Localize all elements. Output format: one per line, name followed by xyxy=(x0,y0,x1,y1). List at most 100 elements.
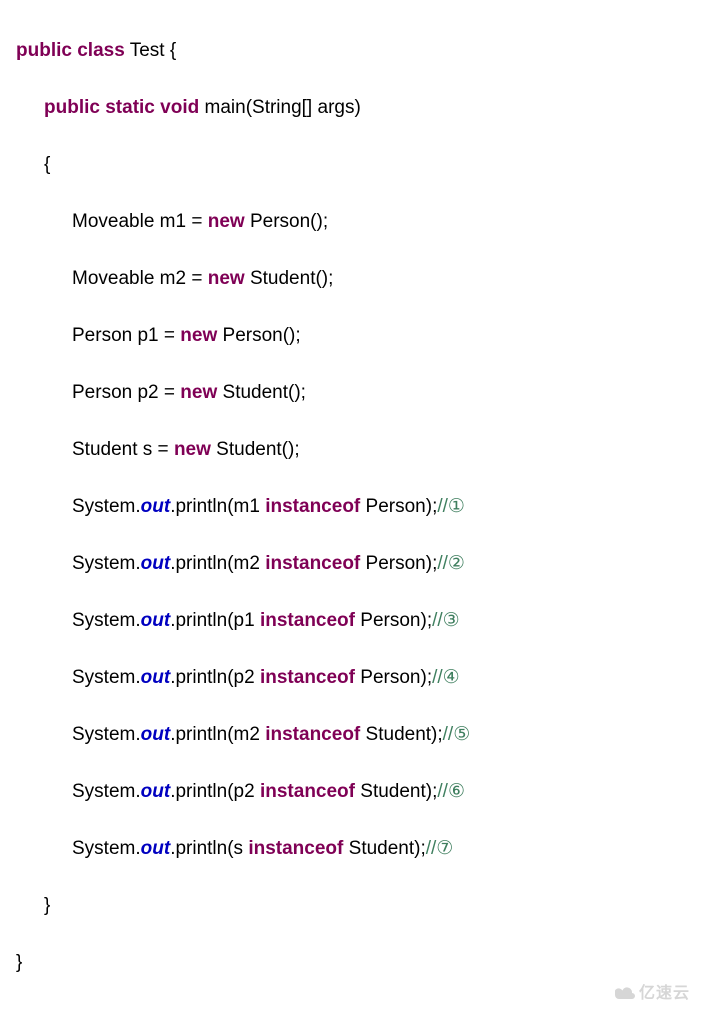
brace-close: } xyxy=(16,952,22,973)
field-out: out xyxy=(141,610,171,631)
type: Person xyxy=(366,496,426,517)
keyword-static: static xyxy=(105,97,155,118)
field-out: out xyxy=(141,838,171,859)
code-line: System.out.println(p2 instanceof Person)… xyxy=(16,664,686,693)
var: m2 xyxy=(160,268,186,289)
var: p2 xyxy=(137,382,158,403)
watermark-text: 亿速云 xyxy=(639,985,690,1002)
code-block: public class Test { public static void m… xyxy=(16,8,686,1006)
code-line: System.out.println(p2 instanceof Student… xyxy=(16,778,686,807)
method-println: println xyxy=(175,838,227,859)
type: Student xyxy=(366,724,432,745)
keyword-instanceof: instanceof xyxy=(265,724,360,745)
keyword-public: public xyxy=(16,40,72,61)
var: p1 xyxy=(137,325,158,346)
keyword-instanceof: instanceof xyxy=(260,781,355,802)
type: Person xyxy=(366,553,426,574)
code-line: System.out.println(p1 instanceof Person)… xyxy=(16,607,686,636)
class-system: System xyxy=(72,667,135,688)
code-line: public static void main(String[] args) xyxy=(16,94,686,123)
type: Student xyxy=(72,439,138,460)
keyword-new: new xyxy=(208,268,245,289)
code-line: System.out.println(s instanceof Student)… xyxy=(16,835,686,864)
method-name: main xyxy=(205,97,246,118)
keyword-new: new xyxy=(174,439,211,460)
method-println: println xyxy=(175,781,227,802)
var: m2 xyxy=(234,724,260,745)
keyword-new: new xyxy=(180,382,217,403)
type: Person xyxy=(360,667,420,688)
type: Person xyxy=(250,211,310,232)
type-string: String xyxy=(252,97,302,118)
class-system: System xyxy=(72,496,135,517)
type: Student xyxy=(360,781,426,802)
comment: //② xyxy=(437,553,465,574)
var: s xyxy=(234,838,244,859)
field-out: out xyxy=(141,667,171,688)
method-println: println xyxy=(175,553,227,574)
class-system: System xyxy=(72,610,135,631)
code-line: System.out.println(m1 instanceof Person)… xyxy=(16,493,686,522)
code-line: Moveable m1 = new Person(); xyxy=(16,208,686,237)
field-out: out xyxy=(141,496,171,517)
var: p2 xyxy=(234,667,255,688)
field-out: out xyxy=(141,781,171,802)
param-args: args xyxy=(318,97,355,118)
comment: //⑥ xyxy=(437,781,465,802)
code-line: Moveable m2 = new Student(); xyxy=(16,265,686,294)
code-line: Student s = new Student(); xyxy=(16,436,686,465)
type: Student xyxy=(349,838,415,859)
comment: //① xyxy=(437,496,465,517)
paren-close: ) xyxy=(354,97,360,118)
keyword-new: new xyxy=(208,211,245,232)
code-line: public class Test { xyxy=(16,37,686,66)
watermark: 亿速云 xyxy=(615,982,690,1006)
keyword-class: class xyxy=(77,40,125,61)
keyword-public: public xyxy=(44,97,100,118)
var: p1 xyxy=(234,610,255,631)
var: p2 xyxy=(234,781,255,802)
keyword-instanceof: instanceof xyxy=(248,838,343,859)
brace-open: { xyxy=(170,40,176,61)
comment: //⑤ xyxy=(443,724,471,745)
code-line: { xyxy=(16,151,686,180)
comment: //④ xyxy=(432,667,460,688)
keyword-instanceof: instanceof xyxy=(265,496,360,517)
method-println: println xyxy=(175,496,227,517)
code-line: Person p1 = new Person(); xyxy=(16,322,686,351)
code-line: Person p2 = new Student(); xyxy=(16,379,686,408)
type: Person xyxy=(360,610,420,631)
keyword-void: void xyxy=(160,97,199,118)
code-line: System.out.println(m2 instanceof Person)… xyxy=(16,550,686,579)
brackets: [] xyxy=(302,97,313,118)
var: m2 xyxy=(234,553,260,574)
keyword-new: new xyxy=(180,325,217,346)
brace-open: { xyxy=(44,154,50,175)
class-system: System xyxy=(72,838,135,859)
comment: //③ xyxy=(432,610,460,631)
var: s xyxy=(143,439,153,460)
var: m1 xyxy=(160,211,186,232)
keyword-instanceof: instanceof xyxy=(260,610,355,631)
code-line: } xyxy=(16,949,686,978)
brace-close: } xyxy=(44,895,50,916)
class-system: System xyxy=(72,724,135,745)
cloud-icon xyxy=(615,985,637,1001)
class-system: System xyxy=(72,553,135,574)
type: Student xyxy=(250,268,316,289)
type: Moveable xyxy=(72,268,154,289)
field-out: out xyxy=(141,553,171,574)
type: Student xyxy=(223,382,289,403)
field-out: out xyxy=(141,724,171,745)
type: Student xyxy=(216,439,282,460)
code-line: System.out.println(m2 instanceof Student… xyxy=(16,721,686,750)
keyword-instanceof: instanceof xyxy=(260,667,355,688)
type: Person xyxy=(72,325,132,346)
type: Moveable xyxy=(72,211,154,232)
method-println: println xyxy=(175,610,227,631)
class-name: Test xyxy=(130,40,165,61)
code-line: } xyxy=(16,892,686,921)
keyword-instanceof: instanceof xyxy=(265,553,360,574)
comment: //⑦ xyxy=(426,838,454,859)
type: Person xyxy=(223,325,283,346)
